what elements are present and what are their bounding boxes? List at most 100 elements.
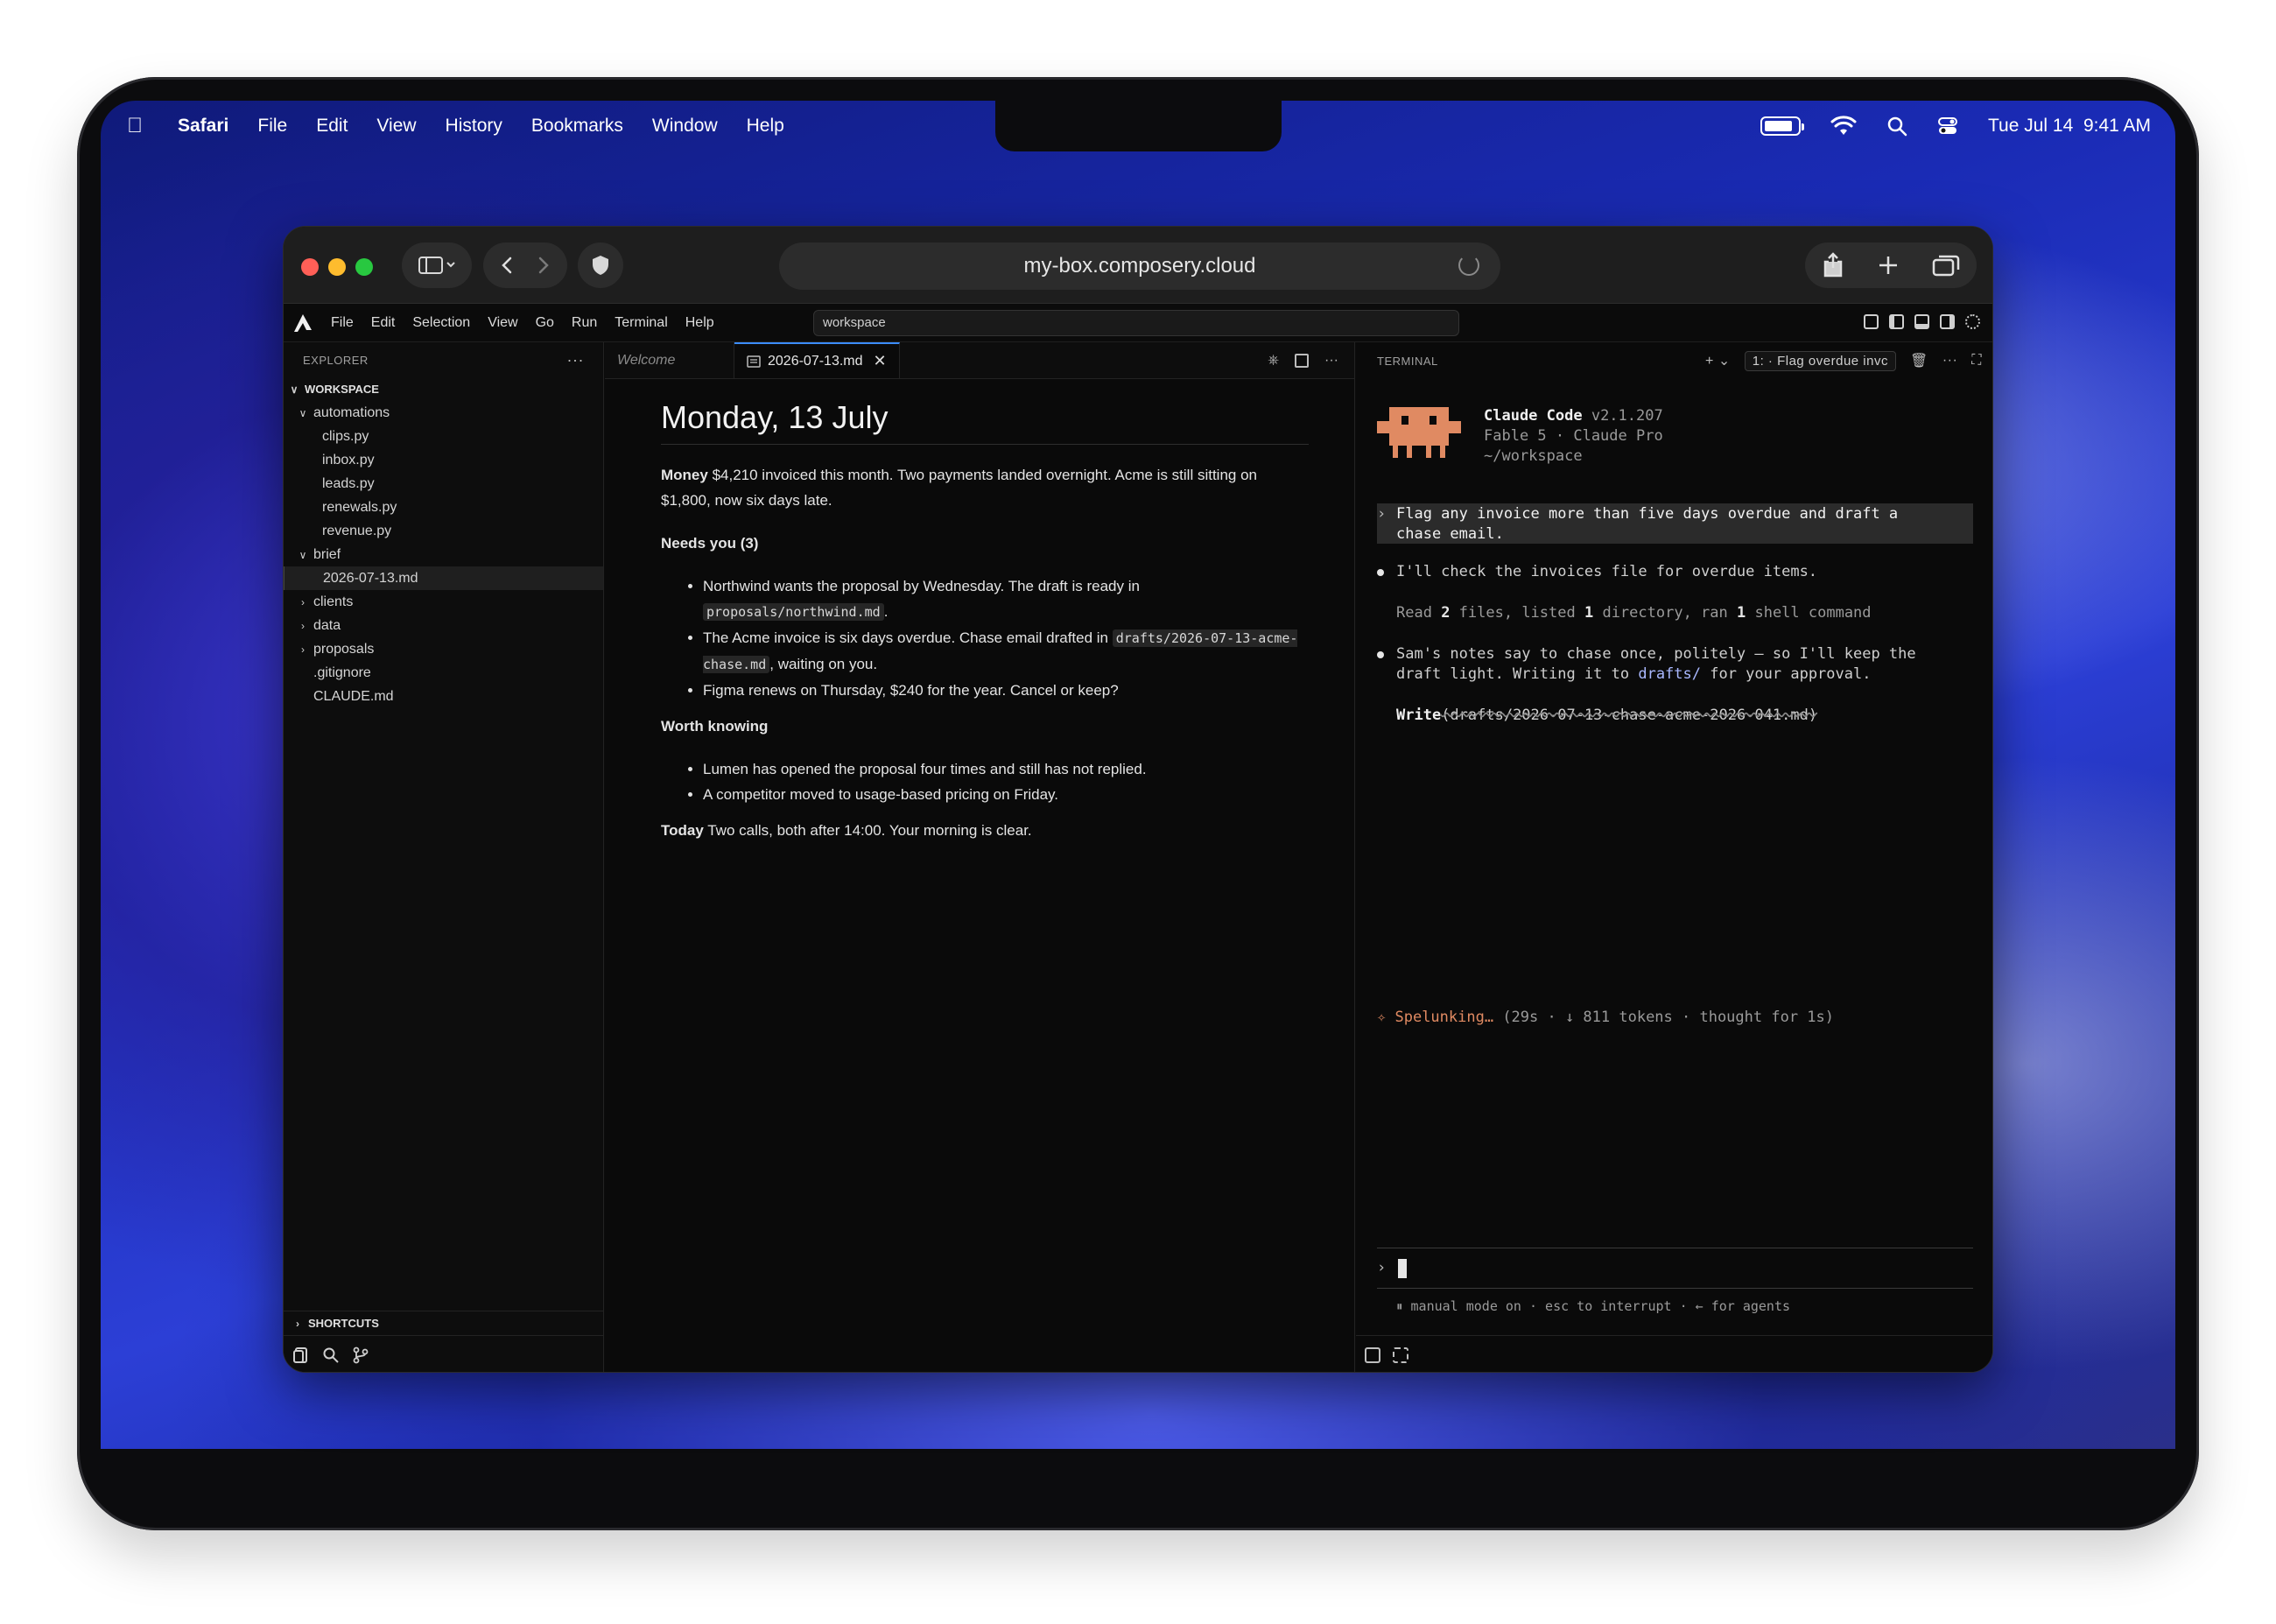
customize-layout-icon[interactable] [1864,314,1879,329]
menubar-clock[interactable]: Tue Jul 14 9:41 AM [1988,116,2151,137]
close-window-button[interactable] [301,258,319,276]
command-center-input[interactable]: workspace [813,310,1459,336]
menu-app-name[interactable]: Safari [178,116,228,137]
files-icon[interactable] [292,1346,310,1364]
menu-edit[interactable]: Edit [316,116,348,137]
back-icon[interactable] [495,252,521,278]
tab-overview-icon[interactable] [1932,254,1960,277]
toggle-secondary-sidebar-icon[interactable] [1940,314,1955,329]
editor-group: Welcome 2026-07-13.md ✕ ⎈ ··· Monday, 13… [605,342,1355,1372]
split-editor-icon[interactable] [1295,353,1310,368]
tree-file[interactable]: clips.py [284,425,603,448]
write-path[interactable]: (drafts/2026-07-13-chase-acme-2026-041.m… [1441,707,1817,724]
tree-file[interactable]: renewals.py [284,496,603,519]
spinner-icon: ✧ [1377,1009,1395,1026]
apple-icon[interactable]:  [127,114,148,138]
vs-menu-go[interactable]: Go [536,315,554,331]
open-changes-icon[interactable]: ⎈ [1268,353,1279,369]
spotlight-search-icon[interactable] [1886,116,1907,137]
sidebar-toggle-button[interactable] [402,243,472,288]
assistant-reply-1: I'll check the invoices file for overdue… [1396,563,1818,580]
toggle-primary-sidebar-icon[interactable] [1889,314,1904,329]
search-icon[interactable] [322,1346,340,1364]
wifi-icon[interactable] [1830,116,1857,137]
write-label: Write [1396,707,1442,724]
input-cursor[interactable] [1398,1259,1407,1278]
reload-icon[interactable] [1458,255,1479,276]
close-tab-icon[interactable]: ✕ [874,352,887,370]
tree-folder-proposals[interactable]: › proposals [284,637,603,661]
menu-window[interactable]: Window [652,116,718,137]
new-tab-icon[interactable] [1877,254,1900,277]
explorer-more-icon[interactable]: ··· [567,351,584,369]
markdown-preview: Monday, 13 July Money $4,210 invoiced th… [661,397,1309,861]
more-actions-icon[interactable]: ··· [1324,353,1338,369]
vs-menu-edit[interactable]: Edit [371,315,396,331]
safari-window: my-box.composery.cloud File Edit Selecti… [283,226,1993,1373]
minimize-window-button[interactable] [328,258,346,276]
toggle-panel-icon[interactable] [1914,314,1929,329]
worth-heading: Worth knowing [661,718,769,735]
write-tool-line: Write(drafts/2026-07-13-chase-acme-2026-… [1396,706,1817,726]
menu-file[interactable]: File [257,116,287,137]
menu-view[interactable]: View [376,116,416,137]
terminal-panel: TERMINAL + ⌄ 1: · Flag overdue invc 🗑 ··… [1356,342,1992,1372]
tree-folder-automations[interactable]: ∨ automations [284,401,603,425]
tree-label: inbox.py [322,452,375,468]
battery-icon[interactable] [1760,116,1804,136]
reply-text: draft light. Writing it to [1396,665,1639,683]
chevron-down-icon: ∨ [299,548,307,561]
address-bar[interactable]: my-box.composery.cloud [779,243,1500,290]
kill-terminal-icon[interactable]: 🗑 [1910,352,1928,369]
tab-welcome[interactable]: Welcome [605,342,734,378]
vs-menu-file[interactable]: File [331,315,354,331]
shortcuts-section[interactable]: › SHORTCUTS [284,1311,603,1335]
vs-menu-terminal[interactable]: Terminal [615,315,667,331]
forward-icon[interactable] [530,252,556,278]
tree-folder-data[interactable]: › data [284,614,603,637]
tree-label: renewals.py [322,499,397,515]
tree-file-selected[interactable]: 2026-07-13.md [284,566,603,590]
safari-toolbar: my-box.composery.cloud [284,227,1992,304]
needs-heading: Needs you (3) [661,535,759,552]
tree-workspace-root[interactable]: ∨ WORKSPACE [284,377,603,401]
tree-folder-brief[interactable]: ∨ brief [284,543,603,566]
zoom-window-button[interactable] [355,258,373,276]
new-terminal-icon[interactable]: + ⌄ [1705,352,1731,369]
worth-list: Lumen has opened the proposal four times… [703,756,1309,807]
terminal-more-icon[interactable]: ··· [1942,353,1957,369]
tool-count: 1 [1736,604,1746,622]
money-text: $4,210 invoiced this month. Two payments… [661,467,1257,509]
input-bottom-border [1377,1288,1973,1289]
tab-brief[interactable]: 2026-07-13.md ✕ [734,342,900,378]
menu-history[interactable]: History [446,116,502,137]
source-control-icon[interactable] [352,1346,369,1364]
tree-file[interactable]: revenue.py [284,519,603,543]
list-item: Figma renews on Thursday, $240 for the y… [703,678,1309,703]
today-label: Today [661,822,704,839]
tree-file[interactable]: leads.py [284,472,603,496]
list-text: Northwind wants the proposal by Wednesda… [703,578,1140,594]
settings-gear-icon[interactable] [1965,314,1980,329]
tree-file[interactable]: inbox.py [284,448,603,472]
status-line: ✧ Spelunking… (29s · ↓ 811 tokens · thou… [1377,1008,1834,1028]
tree-file[interactable]: CLAUDE.md [284,685,603,708]
terminal-select[interactable]: 1: · Flag overdue invc [1744,350,1896,371]
shield-icon [593,256,608,275]
control-center-icon[interactable] [1937,116,1958,137]
terminal-icon[interactable] [1365,1346,1380,1363]
vs-menu-view[interactable]: View [488,315,517,331]
extensions-icon[interactable] [1393,1346,1408,1363]
share-icon[interactable] [1822,252,1844,278]
vs-menu-selection[interactable]: Selection [412,315,470,331]
menu-help[interactable]: Help [747,116,784,137]
menu-bookmarks[interactable]: Bookmarks [531,116,623,137]
maximize-panel-icon[interactable]: ⛶ [1971,353,1982,369]
vs-menu-help[interactable]: Help [685,315,714,331]
path-link[interactable]: drafts/ [1638,665,1701,683]
tree-file[interactable]: .gitignore [284,661,603,685]
tree-folder-clients[interactable]: › clients [284,590,603,614]
privacy-shield-button[interactable] [578,243,623,288]
shortcuts-label: SHORTCUTS [308,1317,379,1330]
vs-menu-run[interactable]: Run [572,315,597,331]
